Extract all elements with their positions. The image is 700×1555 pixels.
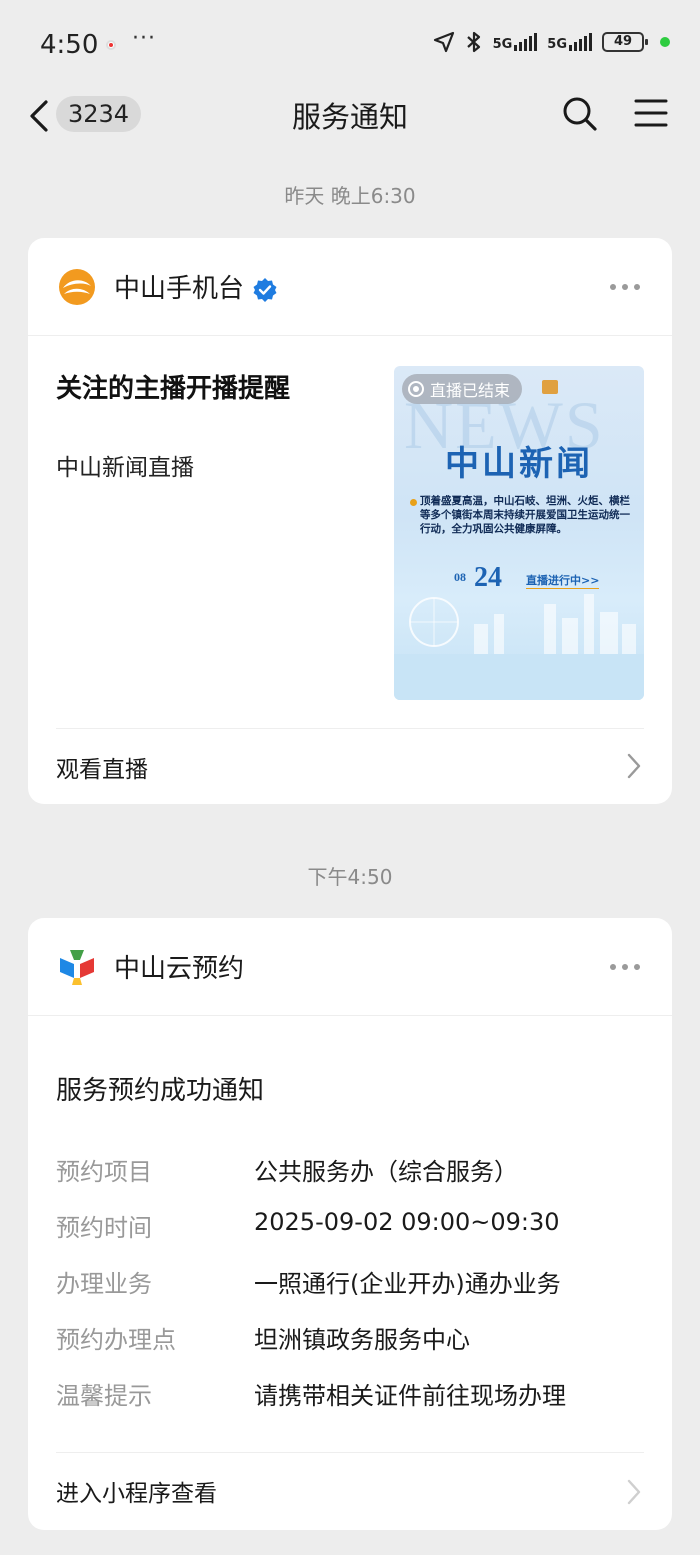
detail-label: 温馨提示: [56, 1382, 152, 1410]
detail-value: 一照通行(企业开办)通办业务: [254, 1270, 561, 1298]
search-icon[interactable]: [562, 96, 598, 132]
signal-5g-label: 5G: [547, 37, 567, 52]
message-title: 关注的主播开播提醒: [56, 374, 291, 404]
chevron-right-icon[interactable]: [626, 1478, 642, 1506]
bluetooth-icon: [466, 31, 480, 53]
card-divider: [56, 1452, 644, 1453]
battery-icon: 49: [602, 32, 648, 52]
signal-5g-1: 5G: [493, 33, 538, 51]
message-subtitle: 中山新闻直播: [56, 455, 194, 481]
signal-5g-label: 5G: [492, 37, 513, 52]
thumbnail-text: 顶着盛夏高温，中山石岐、坦洲、火炬、横栏等多个镇街本周末持续开展爱国卫生运动统一…: [420, 495, 630, 535]
open-mini-program-link[interactable]: 进入小程序查看: [56, 1474, 217, 1508]
sender-name: 中山手机台: [114, 268, 278, 305]
sender-name-text: 中山手机台: [114, 274, 245, 304]
detail-value: 请携带相关证件前往现场办理: [254, 1382, 566, 1410]
message-timestamp: 下午4:50: [307, 865, 393, 889]
city-skyline-icon: [409, 594, 636, 654]
privacy-indicator-icon: [660, 37, 670, 47]
notification-dot-icon: [106, 40, 116, 50]
location-arrow-icon: [433, 31, 454, 53]
detail-label: 办理业务: [56, 1270, 152, 1298]
signal-5g-2: 5G: [547, 33, 592, 51]
notification-card-appointment[interactable]: 中山云预约 服务预约成功通知 预约项目 公共服务办（综合服务） 预约时间 202…: [28, 918, 672, 1530]
status-bar: 4:50 ··· 5G 5G 49: [0, 0, 700, 90]
message-timestamp: 昨天 晚上6:30: [284, 184, 416, 208]
watch-live-link[interactable]: 观看直播: [56, 750, 148, 784]
thumbnail-month: 08: [454, 570, 466, 584]
more-options-icon[interactable]: [610, 964, 640, 970]
detail-label: 预约办理点: [56, 1326, 176, 1354]
message-title: 服务预约成功通知: [56, 1076, 265, 1106]
sender-name: 中山云预约: [114, 954, 245, 984]
status-more-icon: ···: [132, 26, 156, 51]
chevron-right-icon[interactable]: [626, 752, 642, 780]
bullet-icon: [410, 499, 417, 506]
detail-value: 2025-09-02 09:00~09:30: [254, 1208, 560, 1236]
more-options-icon[interactable]: [610, 284, 640, 290]
live-thumbnail[interactable]: NEWS 直播已结束 中山新闻 顶着盛夏高温，中山石岐、坦洲、火炬、横栏等多个镇…: [394, 366, 644, 700]
status-icons: 5G 5G 49: [433, 30, 670, 54]
signal-bars-icon: [514, 33, 538, 51]
menu-icon[interactable]: [634, 96, 668, 130]
status-time: 4:50: [40, 30, 99, 60]
live-record-icon: [408, 381, 424, 397]
thumbnail-headline: 中山新闻: [445, 446, 593, 483]
card-divider: [56, 728, 644, 729]
zhongshan-tv-logo-icon: [59, 269, 95, 305]
detail-value: 坦洲镇政务服务中心: [254, 1326, 470, 1354]
live-status-text: 直播已结束: [430, 381, 511, 400]
card-header: 中山云预约: [28, 918, 672, 1016]
signal-bars-icon: [569, 33, 592, 51]
nav-bar: 3234 服务通知: [0, 80, 700, 155]
thumbnail-footer-strip: [394, 654, 644, 700]
notification-card-live[interactable]: 中山手机台 关注的主播开播提醒 中山新闻直播 NEWS 直播已结束 中山新闻 顶…: [28, 238, 672, 804]
live-status-badge: 直播已结束: [402, 374, 523, 404]
zhongshan-cloud-logo-icon: [60, 950, 94, 985]
verified-badge-icon: [253, 277, 277, 302]
card-header: 中山手机台: [28, 238, 672, 336]
detail-label: 预约时间: [56, 1214, 152, 1242]
detail-value: 公共服务办（综合服务）: [254, 1158, 518, 1186]
broadcaster-logos-icon: [542, 380, 558, 394]
detail-label: 预约项目: [56, 1158, 152, 1186]
